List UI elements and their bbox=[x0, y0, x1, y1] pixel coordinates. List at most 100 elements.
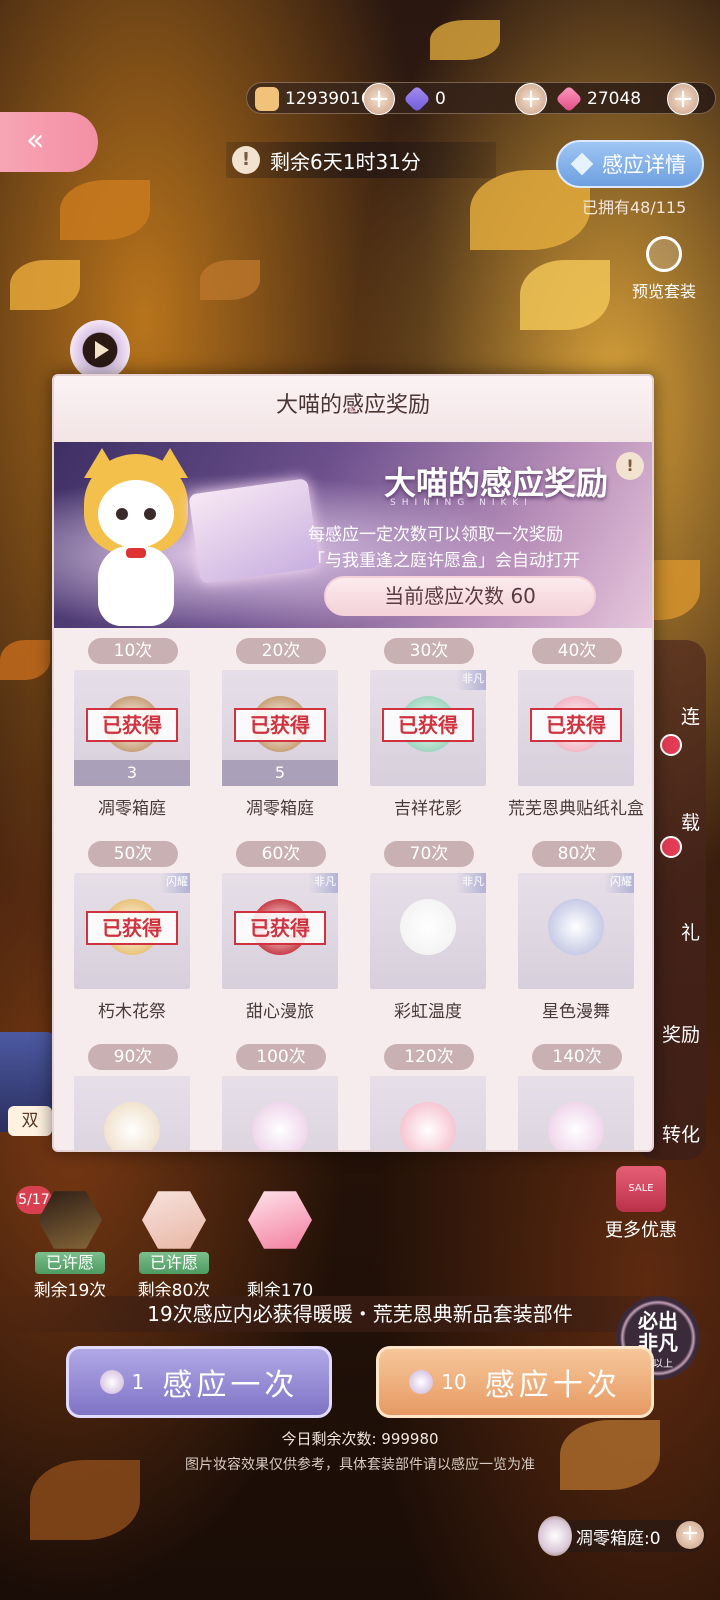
reward-threshold-badge: 10次 bbox=[88, 638, 178, 664]
disclaimer-text: 图片妆容效果仅供参考，具体套装部件请以感应一览为准 bbox=[185, 1457, 535, 1473]
reward-name: 凋零箱庭 bbox=[246, 799, 314, 819]
blue-diamond-amount: 0 bbox=[435, 89, 446, 109]
cat-coin-icon bbox=[255, 87, 279, 111]
reward-icon-box: 非凡 已获得 bbox=[222, 873, 338, 989]
preview-suit-label: 预览套装 bbox=[631, 282, 696, 301]
owned-count: 已拥有48/115 bbox=[582, 198, 687, 217]
reward-icon-box bbox=[370, 1076, 486, 1150]
chest-count-text: 凋零箱庭:0 bbox=[576, 1528, 661, 1549]
reward-icon-box: 已获得 5 bbox=[222, 670, 338, 786]
reward-name: 彩虹温度 bbox=[394, 1002, 462, 1022]
blue-diamond-currency: 0 bbox=[403, 83, 446, 115]
reward-quantity: 5 bbox=[222, 760, 338, 786]
reward-quantity: 3 bbox=[74, 760, 190, 786]
blue-diamond-icon bbox=[403, 85, 431, 113]
crystal-ball-icon bbox=[99, 1370, 124, 1394]
reward-name: 朽木花祭 bbox=[98, 1002, 166, 1022]
draw-once-cost: 1 bbox=[131, 1370, 145, 1394]
wish-item-image bbox=[38, 1191, 102, 1249]
notification-dot bbox=[660, 836, 682, 858]
add-gold-button[interactable]: + bbox=[363, 83, 395, 115]
reward-threshold-badge: 40次 bbox=[532, 638, 622, 664]
reward-item-image bbox=[252, 1102, 308, 1150]
claimed-stamp: 已获得 bbox=[86, 911, 178, 945]
reward-threshold-badge: 50次 bbox=[88, 841, 178, 867]
reward-icon-box: 闪耀已获得 bbox=[74, 873, 190, 989]
timer-text: 剩余6天1时31分 bbox=[270, 149, 421, 174]
reward-threshold-badge: 80次 bbox=[532, 841, 622, 867]
reward-name: 甜心漫旅 bbox=[246, 1002, 314, 1022]
reward-threshold-badge: 140次 bbox=[532, 1044, 622, 1070]
play-icon bbox=[95, 341, 109, 359]
draw-once-button[interactable]: 1 感应一次 bbox=[66, 1346, 332, 1418]
pink-diamond-icon bbox=[555, 85, 583, 113]
sale-bag-icon: SALE bbox=[616, 1166, 666, 1212]
rarity-tag: 非凡 bbox=[456, 670, 486, 690]
info-icon[interactable]: ! bbox=[616, 452, 644, 480]
add-chest-button[interactable]: + bbox=[676, 1521, 704, 1549]
add-pink-diamond-button[interactable]: + bbox=[667, 83, 699, 115]
reward-icon-box: 非凡 bbox=[370, 873, 486, 989]
reward-item-image bbox=[400, 899, 456, 955]
cat-mascot-image bbox=[76, 448, 196, 634]
claimed-stamp: 已获得 bbox=[382, 708, 474, 742]
reward-name: 星色漫舞 bbox=[542, 1002, 610, 1022]
reward-name: 吉祥花影 bbox=[394, 799, 462, 819]
reward-threshold-badge: 60次 bbox=[236, 841, 326, 867]
wish-item-1[interactable]: 已许愿 剩余19次 bbox=[30, 1188, 110, 1301]
draw-ten-button[interactable]: 10 感应十次 bbox=[376, 1346, 654, 1418]
wish-item-image bbox=[248, 1191, 312, 1249]
reward-threshold-badge: 120次 bbox=[384, 1044, 474, 1070]
notification-dot bbox=[660, 734, 682, 756]
reward-icon-box bbox=[74, 1076, 190, 1150]
reward-threshold-badge: 20次 bbox=[236, 638, 326, 664]
wish-box-image bbox=[188, 478, 320, 584]
claimed-stamp: 已获得 bbox=[86, 708, 178, 742]
draw-ten-cost: 10 bbox=[441, 1370, 467, 1394]
rarity-tag: 非凡 bbox=[456, 873, 486, 893]
gold-amount: 12939016 bbox=[285, 89, 372, 109]
add-blue-diamond-button[interactable]: + bbox=[515, 83, 547, 115]
reward-item-image bbox=[400, 1102, 456, 1150]
reward-icon-box: 非凡已获得 bbox=[370, 670, 486, 786]
induction-details-label: 感应详情 bbox=[602, 153, 686, 177]
magnifier-icon bbox=[646, 236, 682, 272]
play-video-button[interactable] bbox=[70, 320, 130, 380]
reward-threshold-badge: 90次 bbox=[88, 1044, 178, 1070]
pink-diamond-currency: 27048 bbox=[555, 83, 642, 115]
gold-currency: 12939016 bbox=[255, 83, 372, 115]
more-deals-label: 更多优惠 bbox=[605, 1220, 677, 1241]
claimed-stamp: 已获得 bbox=[234, 708, 326, 742]
wished-tag: 已许愿 bbox=[139, 1252, 209, 1274]
reward-icon-box bbox=[518, 1076, 634, 1150]
wish-item-2[interactable]: 已许愿 剩余80次 bbox=[134, 1188, 214, 1301]
reward-item-image bbox=[104, 1102, 160, 1150]
reward-banner: 大喵的感应奖励 SHINING NIKKI ! 每感应一定次数可以领取一次奖励 … bbox=[54, 442, 652, 628]
rarity-tag: 非凡 bbox=[308, 873, 338, 893]
more-deals-button[interactable]: SALE 更多优惠 bbox=[596, 1166, 686, 1242]
current-count-pill: 当前感应次数 60 bbox=[324, 576, 596, 616]
left-side-label: 双 bbox=[8, 1106, 52, 1136]
reward-icon-box: 已获得 bbox=[518, 670, 634, 786]
induction-details-button[interactable]: 感应详情 bbox=[556, 140, 704, 188]
pink-diamond-amount: 27048 bbox=[587, 89, 642, 109]
wished-tag: 已许愿 bbox=[35, 1252, 105, 1274]
event-timer: ! 剩余6天1时31分 bbox=[226, 142, 496, 178]
back-button[interactable]: « bbox=[0, 112, 98, 172]
reward-threshold-badge: 100次 bbox=[236, 1044, 326, 1070]
alert-icon[interactable]: ! bbox=[232, 146, 260, 174]
banner-description-1: 每感应一定次数可以领取一次奖励 bbox=[308, 525, 563, 545]
reward-icon-box bbox=[222, 1076, 338, 1150]
preview-suit-button[interactable]: 预览套装 bbox=[624, 236, 704, 302]
rarity-tag: 闪耀 bbox=[160, 873, 190, 893]
reward-threshold-badge: 30次 bbox=[384, 638, 474, 664]
rarity-tag: 闪耀 bbox=[604, 873, 634, 893]
withered-garden-icon bbox=[538, 1516, 572, 1556]
reward-threshold-badge: 70次 bbox=[384, 841, 474, 867]
snowflake-icon: ❄ bbox=[347, 403, 358, 417]
reward-modal: 大喵的感应奖励 ❄ 大喵的感应奖励 SHINING NIKKI ! 每感应一定次… bbox=[52, 374, 654, 1152]
draw-once-label: 感应一次 bbox=[162, 1368, 299, 1403]
reward-name: 荒芜恩典贴纸礼盒 bbox=[508, 799, 644, 819]
banner-subtitle: SHINING NIKKI bbox=[390, 498, 533, 508]
reward-item-image bbox=[548, 899, 604, 955]
